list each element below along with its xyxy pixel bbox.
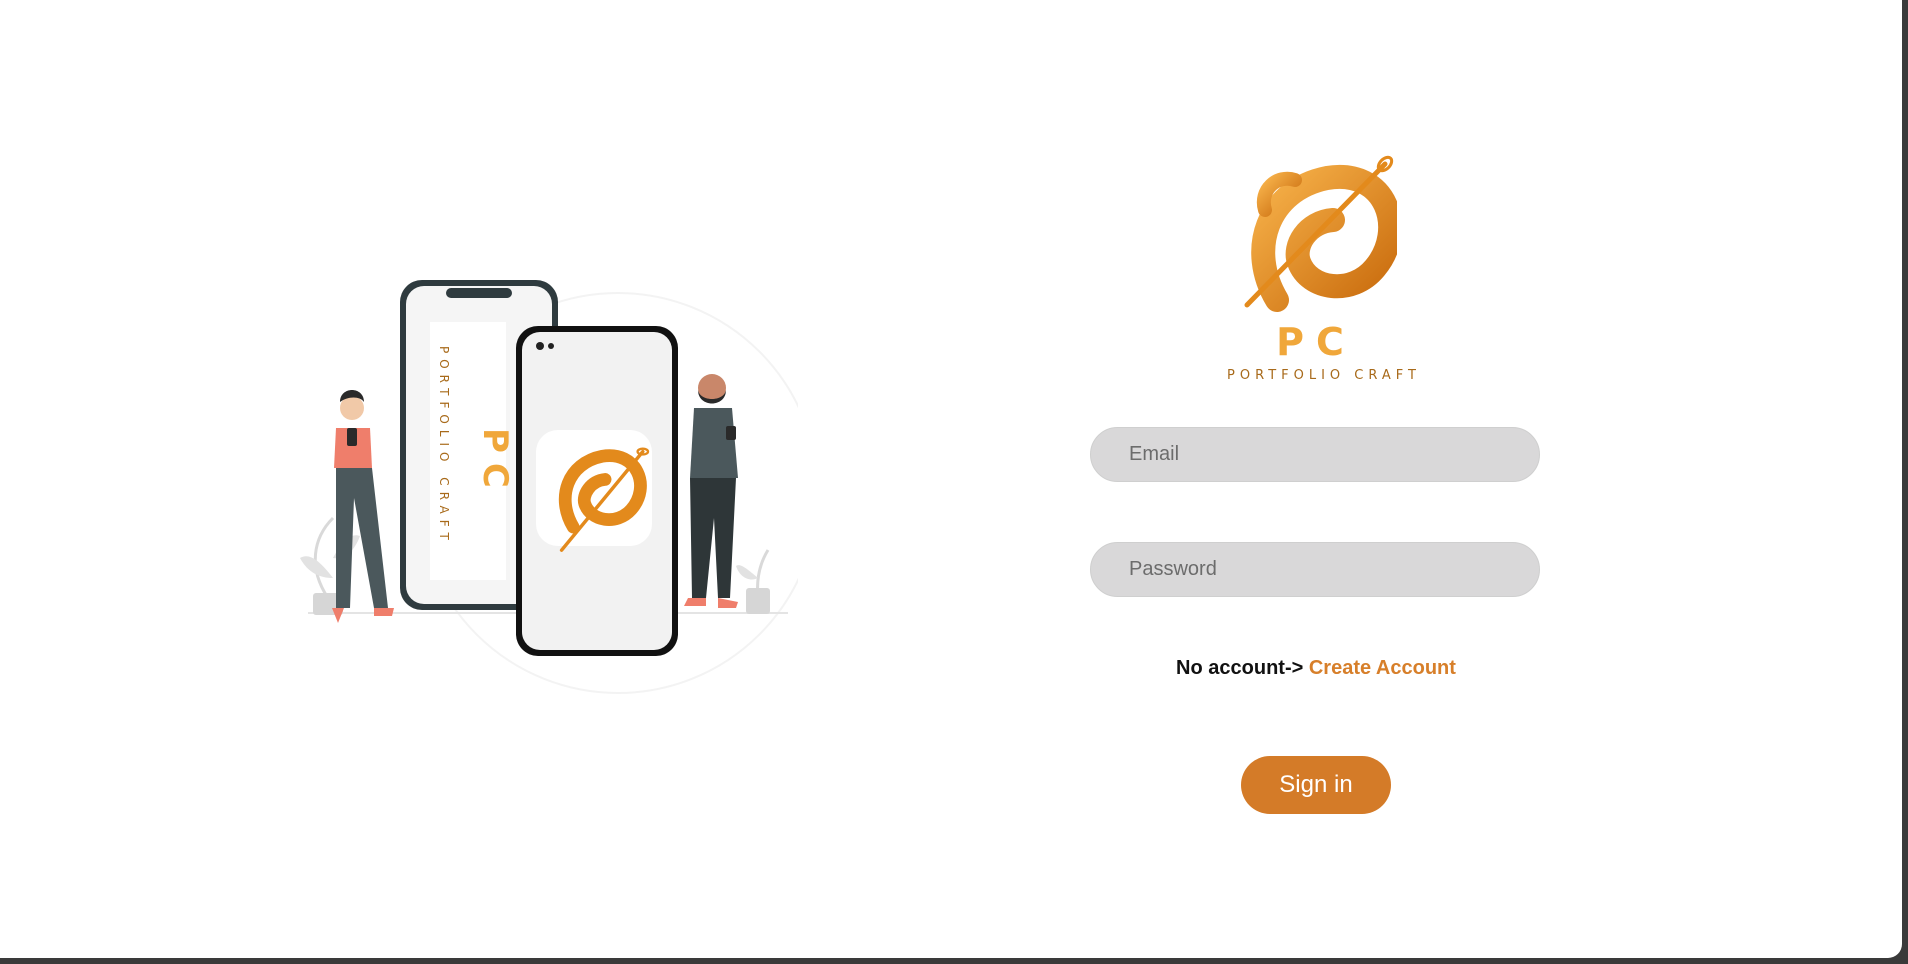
woman-figure bbox=[332, 390, 394, 623]
no-account-row: No account-> Create Account bbox=[1089, 657, 1543, 680]
phones-with-people-illustration: PC PORTFOLIO CRAFT bbox=[300, 280, 819, 694]
email-field[interactable] bbox=[1090, 427, 1540, 482]
portfolio-craft-logo-icon bbox=[1244, 155, 1397, 312]
svg-text:PORTFOLIO CRAFT: PORTFOLIO CRAFT bbox=[437, 346, 451, 546]
create-account-link[interactable]: Create Account bbox=[1309, 657, 1456, 679]
plant-right-icon bbox=[736, 549, 770, 614]
password-field[interactable] bbox=[1090, 542, 1540, 597]
svg-text:PC: PC bbox=[475, 428, 515, 498]
hero-illustration: PC PORTFOLIO CRAFT bbox=[288, 278, 819, 708]
no-account-text: No account-> bbox=[1176, 657, 1304, 679]
phone-front bbox=[516, 326, 678, 656]
login-window: PC PORTFOLIO CRAFT PC PORTFOLIO CRAFT Em… bbox=[0, 0, 1902, 958]
brand-initials: PC bbox=[1276, 320, 1356, 364]
man-figure bbox=[684, 374, 738, 608]
brand-name: PORTFOLIO CRAFT bbox=[1227, 368, 1421, 383]
signin-button[interactable]: Sign in bbox=[1241, 756, 1391, 814]
login-panel: PC PORTFOLIO CRAFT No account-> Create A… bbox=[1089, 150, 1543, 830]
